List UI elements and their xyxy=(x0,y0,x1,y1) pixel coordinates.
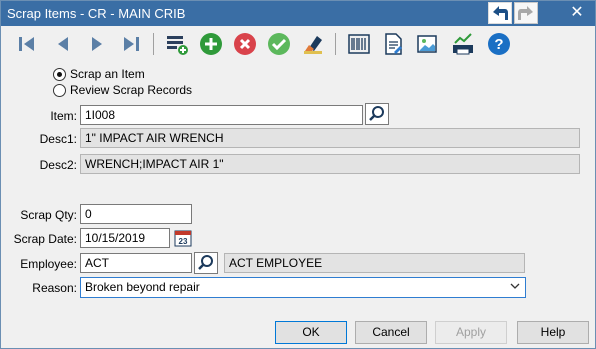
scrap-qty-input[interactable]: 0 xyxy=(80,204,192,224)
next-record-button[interactable] xyxy=(83,30,111,58)
toolbar-separator xyxy=(335,33,336,55)
delete-button[interactable] xyxy=(231,30,259,58)
new-list-button[interactable] xyxy=(163,30,191,58)
calendar-button[interactable]: 23 xyxy=(173,228,193,248)
print-chart-icon xyxy=(453,33,473,55)
radio-review-scrap-label: Review Scrap Records xyxy=(70,83,193,97)
previous-record-icon xyxy=(58,37,68,51)
add-icon xyxy=(200,33,222,55)
clear-icon xyxy=(304,36,322,54)
desc2-label: Desc2: xyxy=(39,158,77,172)
toolbar: ? xyxy=(1,27,595,61)
barcode-button[interactable] xyxy=(345,30,373,58)
toolbar-separator xyxy=(153,33,154,55)
print-chart-button[interactable] xyxy=(449,30,477,58)
confirm-icon xyxy=(268,33,290,55)
scrap-qty-label: Scrap Qty: xyxy=(20,208,77,222)
document-button[interactable] xyxy=(379,30,407,58)
barcode-icon xyxy=(348,34,370,54)
item-label: Item: xyxy=(50,109,77,123)
cancel-button[interactable]: Cancel xyxy=(355,321,427,344)
forward-arrow-icon xyxy=(518,6,533,20)
radio-button-checked[interactable] xyxy=(53,67,66,81)
last-record-icon xyxy=(124,37,139,51)
scrap-items-window: Scrap Items - CR - MAIN CRIB ✕ ? Scrap a… xyxy=(0,0,596,349)
reason-select-value: Broken beyond repair xyxy=(85,280,200,294)
close-icon: ✕ xyxy=(570,4,584,21)
employee-input[interactable]: ACT xyxy=(80,253,192,273)
search-icon xyxy=(369,106,384,121)
picture-button[interactable] xyxy=(413,30,441,58)
scrap-date-input[interactable]: 10/15/2019 xyxy=(80,228,170,248)
first-record-button[interactable] xyxy=(13,30,41,58)
apply-button[interactable]: Apply xyxy=(435,321,507,344)
employee-lookup-button[interactable] xyxy=(194,252,218,274)
item-lookup-button[interactable] xyxy=(365,103,389,125)
chevron-down-icon[interactable] xyxy=(509,279,521,296)
new-list-icon xyxy=(167,36,188,55)
radio-button[interactable] xyxy=(53,83,66,97)
employee-name-field: ACT EMPLOYEE xyxy=(224,253,525,273)
item-input[interactable]: 1I008 xyxy=(80,105,363,125)
previous-record-button[interactable] xyxy=(49,30,77,58)
close-button[interactable]: ✕ xyxy=(563,3,591,23)
desc1-label: Desc1: xyxy=(39,132,77,146)
radio-scrap-item-label: Scrap an Item xyxy=(70,67,145,81)
confirm-button[interactable] xyxy=(265,30,293,58)
desc1-field: 1" IMPACT AIR WRENCH xyxy=(80,128,580,148)
help-icon: ? xyxy=(488,33,510,55)
next-record-icon xyxy=(92,37,102,51)
delete-icon xyxy=(234,33,256,55)
employee-label: Employee: xyxy=(20,257,77,271)
radio-review-scrap[interactable]: Review Scrap Records xyxy=(53,83,192,97)
search-icon xyxy=(198,255,213,270)
calendar-icon: 23 xyxy=(174,230,192,247)
first-record-icon xyxy=(19,37,34,51)
calendar-day-text: 23 xyxy=(179,237,188,246)
desc2-field: WRENCH;IMPACT AIR 1" xyxy=(80,154,580,174)
reason-select[interactable]: Broken beyond repair xyxy=(80,277,526,298)
svg-text:?: ? xyxy=(494,36,503,53)
help-toolbar-button[interactable]: ? xyxy=(485,30,513,58)
picture-icon xyxy=(417,35,437,53)
window-title: Scrap Items - CR - MAIN CRIB xyxy=(7,6,186,21)
forward-button[interactable] xyxy=(514,2,538,24)
radio-scrap-item[interactable]: Scrap an Item xyxy=(53,67,145,81)
ok-button[interactable]: OK xyxy=(275,321,347,344)
reason-label: Reason: xyxy=(32,281,77,295)
clear-button[interactable] xyxy=(299,30,327,58)
scrap-date-label: Scrap Date: xyxy=(13,232,77,246)
add-button[interactable] xyxy=(197,30,225,58)
back-arrow-icon xyxy=(493,6,508,20)
document-icon xyxy=(385,33,402,55)
title-bar: Scrap Items - CR - MAIN CRIB ✕ xyxy=(1,1,595,26)
help-button[interactable]: Help xyxy=(517,321,589,344)
back-button[interactable] xyxy=(488,2,512,24)
last-record-button[interactable] xyxy=(117,30,145,58)
